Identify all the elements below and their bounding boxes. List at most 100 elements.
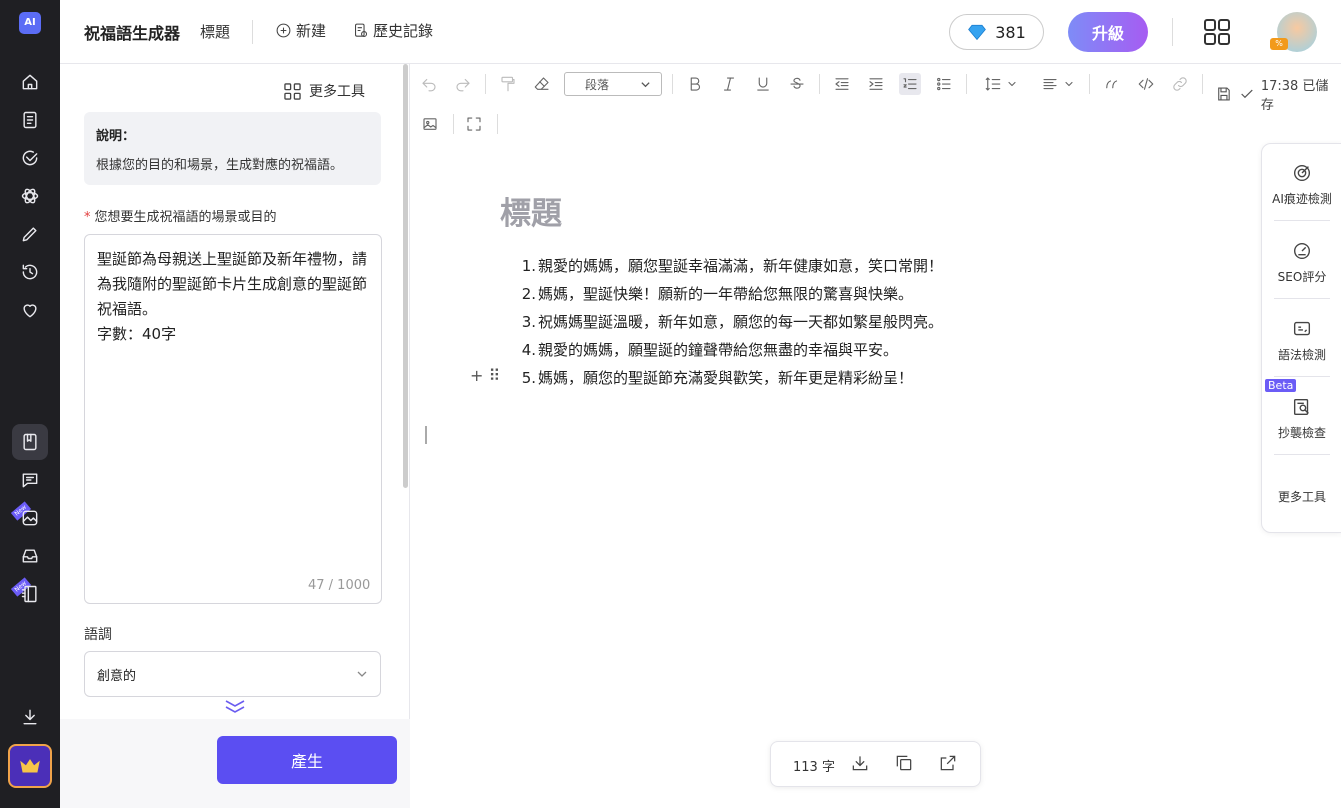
eraser-icon[interactable] — [531, 73, 553, 95]
history-button[interactable]: 歷史記錄 — [352, 20, 433, 41]
atom-icon[interactable] — [19, 185, 41, 207]
fullscreen-icon[interactable] — [463, 113, 485, 135]
undo-icon[interactable] — [418, 73, 440, 95]
input-panel: 更多工具 說明： 根據您的目的和場景，生成對應的祝福語。 * 您想要生成祝福語的場… — [60, 64, 410, 808]
redo-icon[interactable] — [452, 73, 474, 95]
grammar-label: 語法檢測 — [1277, 348, 1326, 362]
word-count-bar: 113 字 — [770, 741, 981, 787]
blessing-list[interactable]: 1. 親愛的媽媽，願您聖誕幸福滿滿，新年健康如意，笑口常開！ 2. 媽媽，聖誕快樂！… — [518, 252, 943, 392]
indent-icon[interactable] — [865, 73, 887, 95]
checkmark-icon — [1241, 89, 1253, 99]
tool-divider — [1274, 220, 1330, 221]
bullet-list-icon[interactable] — [933, 73, 955, 95]
save-status[interactable]: 17:38 已儲存 — [1215, 75, 1341, 113]
heart-icon[interactable] — [19, 299, 41, 321]
document-tab[interactable]: 標題 — [200, 21, 230, 42]
apps-grid-icon[interactable] — [1203, 18, 1231, 46]
more-tools-right-label: 更多工具 — [1277, 490, 1326, 504]
new-button[interactable]: 新建 — [275, 20, 326, 41]
toolbar-divider — [1202, 74, 1203, 94]
book-icon[interactable] — [19, 583, 41, 605]
inbox-icon[interactable] — [19, 545, 41, 567]
expand-double-chevron-icon[interactable] — [223, 698, 247, 714]
quote-icon[interactable] — [1101, 73, 1123, 95]
download-icon[interactable] — [850, 753, 872, 775]
link-icon[interactable] — [1169, 73, 1191, 95]
seo-tool[interactable]: SEO評分 — [1262, 240, 1341, 285]
tone-value: 創意的 — [97, 668, 137, 684]
paragraph-style-value: 段落 — [585, 77, 610, 92]
list-item[interactable]: 4. 親愛的媽媽，願聖誕的鐘聲帶給您無盡的幸福與平安。 — [518, 336, 943, 364]
chevron-down-icon[interactable] — [1001, 73, 1023, 95]
grammar-check-icon — [1293, 321, 1311, 336]
app-logo[interactable]: AI — [19, 12, 41, 34]
toolbar-divider — [819, 74, 820, 94]
toolbar-divider — [497, 114, 498, 134]
pencil-icon[interactable] — [19, 223, 41, 245]
home-icon[interactable] — [19, 71, 41, 93]
list-item-text: 親愛的媽媽，願您聖誕幸福滿滿，新年健康如意，笑口常開！ — [538, 257, 944, 275]
tool-divider — [1274, 376, 1330, 377]
save-status-text: 17:38 已儲存 — [1260, 79, 1329, 113]
document-title[interactable]: 標題 — [500, 188, 562, 233]
list-item[interactable]: 3. 祝媽媽聖誕溫暖，新年如意，願您的每一天都如繁星般閃亮。 — [518, 308, 943, 336]
list-item[interactable]: 2. 媽媽，聖誕快樂！願新的一年帶給您無限的驚喜與快樂。 — [518, 280, 943, 308]
gauge-icon — [1293, 242, 1311, 260]
list-number: 3. — [521, 313, 536, 331]
block-drag-handle[interactable]: + ⠿ — [470, 366, 500, 385]
italic-icon[interactable] — [718, 73, 740, 95]
code-icon[interactable] — [1135, 73, 1157, 95]
header-divider — [252, 20, 253, 44]
panel-scrollbar[interactable] — [403, 64, 408, 488]
ordered-list-icon[interactable] — [899, 73, 921, 95]
plus-circle-icon — [276, 23, 291, 38]
list-item[interactable]: 1. 親愛的媽媽，願您聖誕幸福滿滿，新年健康如意，笑口常開！ — [518, 252, 943, 280]
more-tools-link[interactable]: 更多工具 — [284, 81, 365, 101]
char-counter: 47 / 1000 — [308, 578, 371, 593]
history-icon[interactable] — [19, 261, 41, 283]
list-number: 2. — [521, 285, 536, 303]
plagiarism-tool[interactable]: 抄襲檢查 — [1262, 396, 1341, 441]
insert-image-icon[interactable] — [419, 113, 441, 135]
list-item-text: 媽媽，聖誕快樂！願新的一年帶給您無限的驚喜與快樂。 — [538, 285, 914, 303]
check-circle-icon[interactable] — [19, 147, 41, 169]
premium-crown-button[interactable] — [8, 744, 52, 788]
list-item[interactable]: 5. 媽媽，願您的聖誕節充滿愛與歡笑，新年更是精彩紛呈！ — [518, 364, 943, 392]
description-box: 說明： 根據您的目的和場景，生成對應的祝福語。 — [84, 112, 381, 185]
list-item-text: 媽媽，願您的聖誕節充滿愛與歡笑，新年更是精彩紛呈！ — [538, 369, 914, 387]
strikethrough-icon[interactable] — [786, 73, 808, 95]
toolbar-divider — [966, 74, 967, 94]
toolbar-divider — [672, 74, 673, 94]
copy-icon[interactable] — [894, 753, 916, 775]
grammar-tool[interactable]: 語法檢測 — [1262, 318, 1341, 363]
notebook-icon[interactable] — [19, 431, 41, 453]
prompt-textarea[interactable]: 聖誕節為母親送上聖誕節及新年禮物，請為我隨附的聖誕節卡片生成創意的聖誕節祝福語。… — [84, 234, 382, 604]
ai-detect-tool[interactable]: AI痕迹檢測 — [1262, 162, 1341, 207]
chevron-down-icon[interactable] — [1058, 73, 1080, 95]
more-tools-button[interactable]: 更多工具 — [1262, 488, 1341, 505]
tone-select[interactable]: 創意的 — [84, 651, 381, 697]
image-icon[interactable] — [19, 507, 41, 529]
gems-balance[interactable]: 381 — [949, 14, 1044, 50]
discount-badge: % — [1270, 38, 1288, 50]
share-icon[interactable] — [938, 753, 960, 775]
underline-icon[interactable] — [752, 73, 774, 95]
history-button-label: 歷史記錄 — [373, 22, 434, 40]
prompt-label: * 您想要生成祝福語的場景或目的 — [84, 206, 277, 225]
prompt-label-text: 您想要生成祝福語的場景或目的 — [94, 210, 277, 225]
app-window: AI New New 祝福語生成器 標題 新建 歷史記錄 381 升級 % 更多… — [0, 0, 1341, 808]
toolbar-divider — [1089, 74, 1090, 94]
outdent-icon[interactable] — [831, 73, 853, 95]
editor-resize-handle[interactable] — [425, 426, 427, 444]
upgrade-button[interactable]: 升級 — [1068, 12, 1148, 52]
generate-button[interactable]: 產生 — [217, 736, 397, 784]
history-doc-icon — [355, 23, 368, 38]
paragraph-style-select[interactable]: 段落 — [564, 72, 662, 96]
plagiarism-label: 抄襲檢查 — [1277, 426, 1326, 440]
seo-label: SEO評分 — [1277, 270, 1327, 284]
format-painter-icon[interactable] — [497, 73, 519, 95]
download-icon[interactable] — [19, 706, 41, 728]
bold-icon[interactable] — [684, 73, 706, 95]
chat-icon[interactable] — [19, 469, 41, 491]
document-icon[interactable] — [19, 109, 41, 131]
